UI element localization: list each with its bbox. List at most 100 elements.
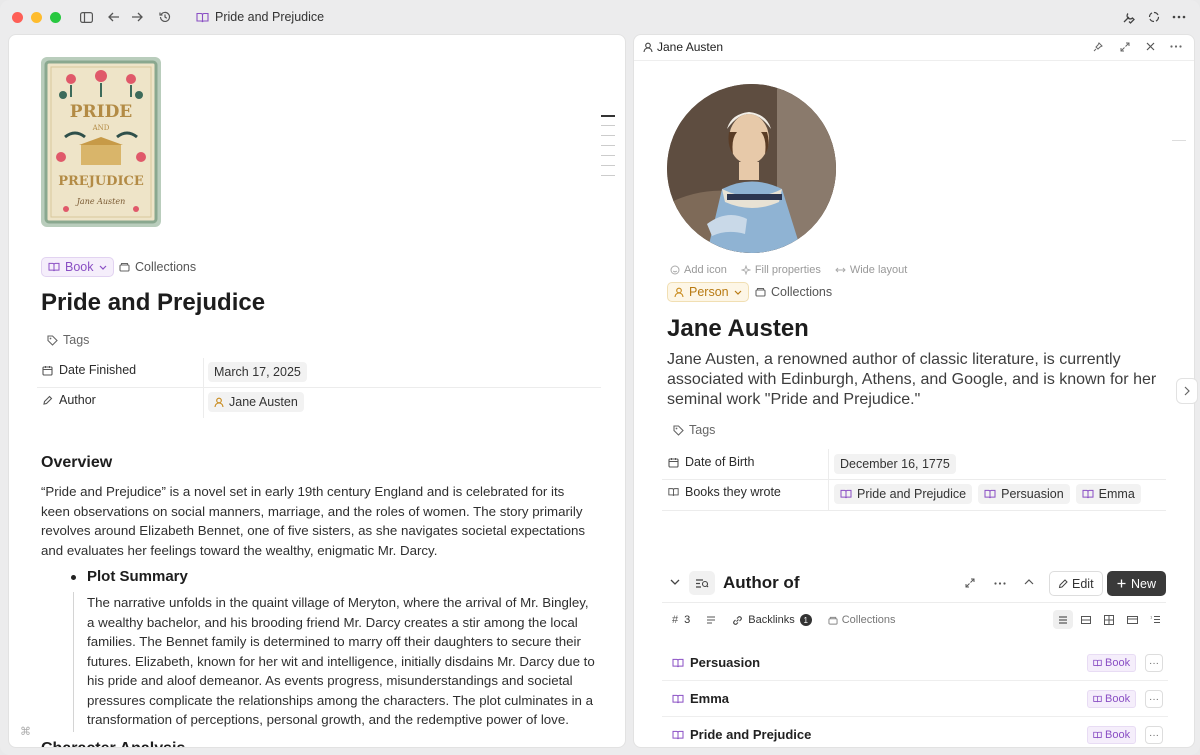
book-icon [984,489,996,499]
expand-icon[interactable] [1120,42,1130,52]
query-icon[interactable] [689,571,715,595]
app-window: Pride and Prejudice PRIDE AND PREJUDICE … [0,0,1200,755]
tags-label: Tags [63,333,90,347]
row-title: Pride and Prejudice [690,727,812,742]
book-chip-label: Pride and Prejudice [857,487,967,501]
props-bottom-separator [662,510,1166,511]
author-link-chip[interactable]: Jane Austen [208,392,304,412]
tags-button[interactable]: Tags [667,421,721,439]
props-row-separator [662,479,1166,480]
book-chip-label: Persuasion [1001,487,1064,501]
chevron-up-icon[interactable] [1024,579,1034,585]
sync-icon[interactable] [1145,8,1163,26]
window-title: Pride and Prejudice [196,10,324,24]
sort-icon[interactable] [706,616,716,624]
result-row[interactable]: Pride and Prejudice Book ··· [662,717,1168,747]
fill-properties-button[interactable]: Fill properties [740,264,821,276]
book-cover-image: PRIDE AND PREJUDICE Jane Austen [41,57,161,227]
overview-paragraph[interactable]: “Pride and Prejudice” is a novel set in … [41,482,596,560]
book-icon [672,694,684,704]
plot-bullet [71,575,76,580]
close-window-button[interactable] [12,11,23,23]
close-panel-icon[interactable] [1146,42,1155,51]
book-chip-label: Emma [1098,487,1135,501]
back-arrow-icon[interactable] [105,8,123,26]
book-icon [672,658,684,668]
backlinks-filter[interactable]: Backlinks 1 [732,614,812,626]
numbered-list-icon[interactable]: 1 [1145,610,1165,629]
type-badge-book[interactable]: Book [41,257,114,277]
expand-icon[interactable] [965,578,975,588]
sidebar-toggle-icon[interactable] [77,8,95,26]
book-icon [1093,731,1102,739]
outline-minimap[interactable] [601,115,617,187]
property-books-they-wrote: Books they wrote [668,485,781,499]
collections-button[interactable]: Collections [113,258,202,276]
page-title[interactable]: Pride and Prejudice [41,289,265,317]
property-label: Date of Birth [685,455,755,469]
book-chip[interactable]: Persuasion [978,484,1070,504]
result-row[interactable]: Persuasion Book ··· [662,645,1168,681]
tags-label: Tags [689,423,716,437]
panel-header-title: Jane Austen [657,40,724,54]
type-badge-person[interactable]: Person [667,282,749,302]
new-button[interactable]: New [1107,571,1167,596]
collapse-chevron-icon[interactable] [670,579,680,585]
zoom-window-button[interactable] [50,11,61,23]
edit-button[interactable]: Edit [1049,571,1103,596]
forward-arrow-icon[interactable] [128,8,146,26]
calendar-icon [668,457,679,468]
avatar[interactable] [667,84,836,253]
view-switcher: 1 [1053,610,1165,629]
pin-icon[interactable] [1093,42,1103,52]
table-view-icon[interactable] [1122,610,1142,629]
collections-button[interactable]: Collections [749,283,838,301]
date-of-birth-value[interactable]: December 16, 1775 [834,454,956,474]
more-options-icon[interactable] [1170,45,1182,48]
query-toolbar: # 3 Backlinks 1 Collections [672,614,896,626]
grid-view-icon[interactable] [1099,610,1119,629]
history-icon[interactable] [156,8,174,26]
quote-bar [73,592,74,732]
books-chip-list: Pride and Prejudice Persuasion Emma [834,484,1141,504]
book-icon [1093,659,1102,667]
count-filter[interactable]: # 3 [672,614,690,626]
sparkle-icon [740,265,751,275]
plot-summary-paragraph[interactable]: The narrative unfolds in the quaint vill… [87,593,597,730]
overview-heading: Overview [41,454,113,471]
props-divider [203,358,204,418]
section-title: Author of [723,573,800,592]
book-chip[interactable]: Pride and Prejudice [834,484,973,504]
collections-filter[interactable]: Collections [828,614,896,626]
props-row-separator [37,387,601,388]
tools-icon[interactable] [1119,8,1137,26]
scroll-indicator[interactable] [1172,140,1186,141]
more-icon[interactable] [1170,8,1188,26]
row-type-tag: Book [1087,690,1137,708]
cover-title-line1: PRIDE [70,102,133,122]
date-finished-value[interactable]: March 17, 2025 [208,362,307,382]
gallery-view-icon[interactable] [1076,610,1096,629]
wide-layout-label: Wide layout [849,264,908,276]
book-icon [668,487,679,497]
minimize-window-button[interactable] [31,11,42,23]
person-description[interactable]: Jane Austen, a renowned author of classi… [667,350,1167,410]
collection-icon [755,287,766,297]
list-view-icon[interactable] [1053,610,1073,629]
page-hint-actions: Add icon Fill properties Wide layout [670,264,907,276]
row-title: Emma [690,691,730,706]
add-icon-button[interactable]: Add icon [670,264,727,276]
row-more-button[interactable]: ··· [1145,726,1163,744]
wide-layout-button[interactable]: Wide layout [835,264,907,276]
command-icon[interactable]: ⌘ [20,725,31,738]
row-more-button[interactable]: ··· [1145,690,1163,708]
tags-button[interactable]: Tags [41,331,95,349]
book-chip[interactable]: Emma [1075,484,1141,504]
link-icon [732,615,743,626]
page-title[interactable]: Jane Austen [667,315,809,343]
more-options-icon[interactable] [994,582,1006,585]
expand-sidebar-handle[interactable] [1176,378,1198,404]
result-row[interactable]: Emma Book ··· [662,681,1168,717]
row-more-button[interactable]: ··· [1145,654,1163,672]
new-label: New [1131,576,1157,591]
